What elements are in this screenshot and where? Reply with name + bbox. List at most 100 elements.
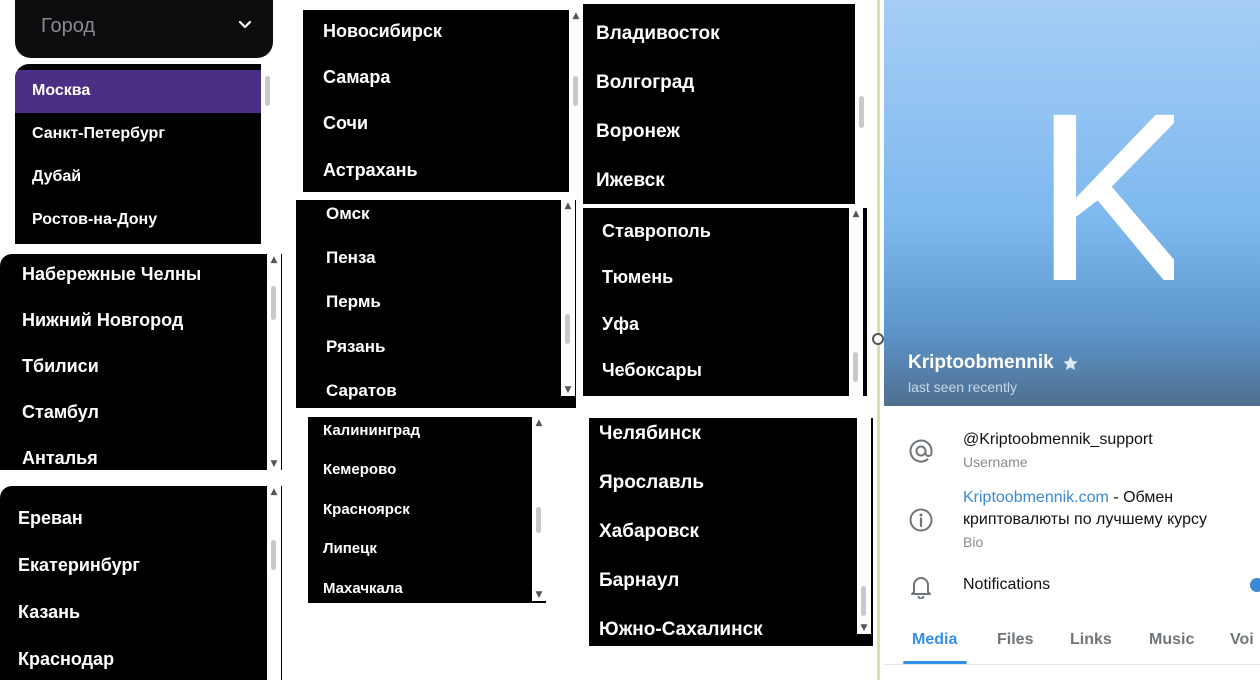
avatar: K (1034, 90, 1174, 290)
city-list: Владивосток Волгоград Воронеж Ижевск (583, 4, 869, 204)
scrollbar-thumb[interactable] (565, 314, 570, 344)
scrollbar[interactable]: ▲ ▼ (532, 417, 546, 601)
scroll-up-arrow-icon[interactable]: ▲ (849, 208, 863, 220)
city-option[interactable]: Москва (32, 82, 90, 100)
list-item[interactable]: Южно-Сахалинск (599, 619, 763, 641)
city-list: Калининград Кемерово Красноярск Липецк М… (308, 417, 546, 603)
bio-text: Kriptoobmennik.com - Обмен криптовалюты … (963, 487, 1253, 531)
scrollbar[interactable]: ▼ (857, 418, 871, 634)
scrollbar-thumb[interactable] (265, 76, 270, 106)
list-item[interactable]: Ярославль (599, 472, 704, 494)
list-item[interactable]: Екатеринбург (18, 555, 140, 576)
list-item[interactable]: Стамбул (22, 402, 99, 423)
list-item[interactable]: Казань (18, 602, 80, 623)
bio-row[interactable]: Kriptoobmennik.com - Обмен криптовалюты … (884, 486, 1260, 556)
list-item[interactable]: Новосибирск (323, 21, 442, 42)
scroll-down-arrow-icon[interactable]: ▼ (532, 589, 546, 601)
scrollbar[interactable]: ▲ ▼ (267, 254, 281, 470)
splitter-handle[interactable] (872, 333, 884, 345)
profile-name: Kriptoobmennik (908, 352, 1054, 373)
list-item[interactable]: Анталья (22, 448, 98, 469)
list-item[interactable]: Уфа (602, 314, 639, 335)
tab-media[interactable]: Media (912, 631, 957, 649)
list-item[interactable]: Челябинск (599, 423, 701, 445)
scroll-up-arrow-icon[interactable]: ▲ (267, 486, 281, 498)
list-item[interactable]: Красноярск (323, 501, 410, 518)
bell-icon (911, 577, 931, 599)
list-item[interactable]: Пермь (326, 292, 381, 312)
notifications-row[interactable]: Notifications (884, 566, 1260, 606)
list-item[interactable]: Махачкала (323, 580, 403, 597)
scrollbar[interactable]: ▲ (849, 208, 863, 396)
city-select[interactable]: Город (15, 0, 273, 58)
city-list: Омск Пенза Пермь Рязань Саратов ▲ ▼ (296, 200, 576, 408)
scrollbar[interactable]: ▲ ▼ (561, 200, 575, 396)
list-item[interactable]: Владивосток (596, 23, 720, 45)
city-option[interactable]: Санкт-Петербург (32, 125, 165, 143)
scrollbar-thumb[interactable] (271, 286, 276, 320)
scrollbar[interactable] (855, 4, 869, 204)
list-item[interactable]: Пенза (326, 248, 376, 268)
list-item[interactable]: Ижевск (596, 170, 665, 192)
tab-music[interactable]: Music (1149, 631, 1194, 649)
list-item[interactable]: Ереван (18, 508, 83, 529)
scrollbar-thumb[interactable] (536, 507, 541, 533)
star-icon (1063, 356, 1078, 370)
list-item[interactable]: Тбилиси (22, 356, 99, 377)
list-item[interactable]: Самара (323, 67, 390, 88)
list-item[interactable]: Саратов (326, 381, 397, 401)
scroll-down-arrow-icon[interactable]: ▼ (561, 384, 575, 396)
scrollbar[interactable]: ▲ (569, 10, 583, 192)
username-value: @Kriptoobmennik_support (963, 431, 1153, 448)
list-item[interactable]: Рязань (326, 337, 385, 357)
list-item[interactable]: Астрахань (323, 160, 418, 181)
scroll-down-arrow-icon[interactable]: ▼ (267, 458, 281, 470)
city-option[interactable]: Ростов-на-Дону (32, 211, 157, 229)
list-item[interactable]: Воронеж (596, 121, 680, 143)
list-item[interactable]: Омск (326, 204, 370, 224)
list-item[interactable]: Нижний Новгород (22, 310, 183, 331)
info-icon (909, 508, 933, 532)
list-item[interactable]: Липецк (323, 540, 377, 557)
list-item[interactable]: Чебоксары (602, 360, 702, 381)
scrollbar-thumb[interactable] (853, 352, 858, 382)
list-item[interactable]: Волгоград (596, 72, 694, 94)
scrollbar-thumb[interactable] (859, 96, 864, 128)
notifications-toggle[interactable] (1250, 578, 1260, 592)
city-list: Челябинск Ярославль Хабаровск Барнаул Юж… (589, 418, 873, 646)
list-item[interactable]: Ставрополь (602, 221, 711, 242)
bio-link[interactable]: Kriptoobmennik.com (963, 489, 1109, 506)
scroll-up-arrow-icon[interactable]: ▲ (532, 417, 546, 429)
scroll-up-arrow-icon[interactable]: ▲ (569, 10, 583, 22)
list-item[interactable]: Барнаул (599, 570, 679, 592)
tab-files[interactable]: Files (997, 631, 1033, 649)
username-row[interactable]: @Kriptoobmennik_support Username (884, 420, 1260, 480)
bio-text-part: криптовалюты по лучшему курсу (963, 511, 1207, 528)
city-list: Ставрополь Тюмень Уфа Чебоксары ▲ (583, 208, 867, 396)
tabs-divider (884, 664, 1260, 665)
city-list: Новосибирск Самара Сочи Астрахань ▲ (303, 10, 583, 192)
scrollbar-thumb[interactable] (271, 540, 276, 570)
scroll-up-arrow-icon[interactable]: ▲ (267, 254, 281, 266)
city-list: Ереван Екатеринбург Казань Краснодар ▲ (0, 486, 282, 680)
scroll-up-arrow-icon[interactable]: ▲ (561, 200, 575, 212)
list-item[interactable]: Тюмень (602, 267, 673, 288)
scroll-down-arrow-icon[interactable]: ▼ (857, 622, 871, 634)
at-icon (909, 439, 933, 463)
list-item[interactable]: Сочи (323, 113, 368, 134)
scrollbar-thumb[interactable] (573, 76, 578, 106)
scrollbar[interactable]: ▲ (267, 486, 281, 680)
list-item[interactable]: Набережные Челны (22, 264, 201, 285)
list-item[interactable]: Кемерово (323, 461, 396, 478)
list-item[interactable]: Хабаровск (599, 521, 699, 543)
scrollbar-thumb[interactable] (861, 586, 866, 616)
tab-voice[interactable]: Voi (1230, 631, 1254, 649)
city-option[interactable]: Дубай (32, 168, 81, 186)
city-select-placeholder: Город (41, 15, 96, 37)
avatar-letter: K (1034, 90, 1174, 290)
tab-links[interactable]: Links (1070, 631, 1112, 649)
profile-panel: K Kriptoobmennik last seen recently @Kri… (884, 0, 1260, 680)
list-item[interactable]: Краснодар (18, 649, 114, 670)
list-item[interactable]: Калининград (323, 422, 420, 439)
scrollbar[interactable] (261, 64, 275, 244)
